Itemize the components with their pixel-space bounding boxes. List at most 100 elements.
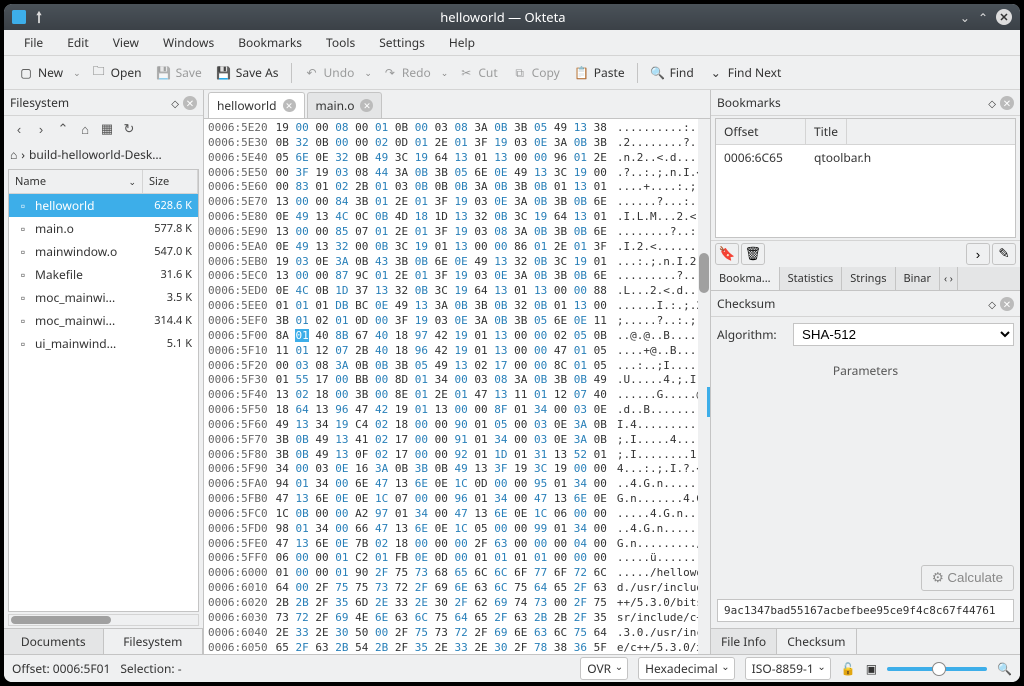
file-list: Name⌄ Size ▫helloworld628.6 K▫main.o577.… xyxy=(8,169,199,612)
undo-dropdown[interactable]: ⌄ xyxy=(362,66,374,79)
maximize-icon[interactable]: ⌃ xyxy=(978,9,988,26)
copy-button[interactable]: ⧉Copy xyxy=(506,60,566,85)
breadcrumb[interactable]: ⌂ › build-helloworld-Desk… xyxy=(4,142,203,167)
redo-dropdown[interactable]: ⌄ xyxy=(439,66,451,79)
tab-documents[interactable]: Documents xyxy=(4,629,104,654)
zoom-slider[interactable] xyxy=(887,667,987,671)
new-dropdown[interactable]: ⌄ xyxy=(71,66,83,79)
tab-bookmarks[interactable]: Bookma... xyxy=(711,267,780,290)
bookmark-row[interactable]: 0006:6C65 qtoolbar.h xyxy=(716,145,1015,170)
save-as-button[interactable]: 💾Save As xyxy=(210,60,285,85)
file-row[interactable]: ▫moc_mainwi...3.5 K xyxy=(9,286,198,309)
status-charset[interactable]: ISO-8859-1 xyxy=(745,657,831,680)
menubar: File Edit View Windows Bookmarks Tools S… xyxy=(4,30,1020,56)
close-icon[interactable]: ✕ xyxy=(996,9,1012,25)
pin-icon[interactable] xyxy=(32,10,46,24)
nav-sync-icon[interactable]: ↻ xyxy=(120,120,138,138)
tab-statistics[interactable]: Statistics xyxy=(780,267,843,290)
redo-button[interactable]: ↷Redo xyxy=(376,60,437,85)
close-icon[interactable]: ✕ xyxy=(283,99,296,112)
tab-filesystem[interactable]: Filesystem xyxy=(104,629,204,654)
menu-help[interactable]: Help xyxy=(437,30,487,55)
menu-edit[interactable]: Edit xyxy=(55,30,100,55)
status-ovr[interactable]: OVR xyxy=(580,657,628,680)
file-row[interactable]: ▫ui_mainwind...5.1 K xyxy=(9,332,198,355)
menu-file[interactable]: File xyxy=(12,30,55,55)
tab-strings[interactable]: Strings xyxy=(842,267,895,290)
hscrollbar[interactable] xyxy=(8,614,199,626)
new-button[interactable]: ▢New xyxy=(12,60,69,85)
new-icon: ▢ xyxy=(18,65,34,81)
status-coding[interactable]: Hexadecimal xyxy=(638,657,735,680)
panel-undock-icon[interactable]: ◇ xyxy=(171,96,179,110)
calculate-button[interactable]: ⚙ Calculate xyxy=(921,565,1014,591)
algorithm-label: Algorithm: xyxy=(717,326,787,343)
center-panel: helloworld✕main.o✕ 0006:5E20 0006:5E30 0… xyxy=(204,90,710,654)
panel-undock-icon[interactable]: ◇ xyxy=(988,297,996,311)
tool-tabs: Bookma... Statistics Strings Binar ‹ › xyxy=(711,267,1020,291)
search-icon: 🔍 xyxy=(650,65,666,81)
right-panel: Bookmarks ◇ ✕ Offset Title 0006:6C65 qto… xyxy=(710,90,1020,654)
status-offset: Offset: 0006:5F01 xyxy=(12,660,110,677)
undo-button[interactable]: ↶Undo xyxy=(298,60,361,85)
panel-close-icon[interactable]: ✕ xyxy=(1000,297,1014,311)
window-title: helloworld — Okteta xyxy=(46,8,960,26)
file-row[interactable]: ▫mainwindow.o547.0 K xyxy=(9,240,198,263)
panel-close-icon[interactable]: ✕ xyxy=(1000,96,1014,110)
paste-button[interactable]: 📋Paste xyxy=(568,60,631,85)
menu-tools[interactable]: Tools xyxy=(314,30,367,55)
menu-bookmarks[interactable]: Bookmarks xyxy=(226,30,314,55)
menu-view[interactable]: View xyxy=(101,30,151,55)
column-offset[interactable]: Offset xyxy=(716,119,806,144)
lock-icon[interactable]: 🔓 xyxy=(841,660,856,677)
tab-file-info[interactable]: File Info xyxy=(711,629,777,654)
app-icon xyxy=(12,10,26,24)
doc-tab[interactable]: helloworld✕ xyxy=(208,92,305,118)
menu-windows[interactable]: Windows xyxy=(151,30,226,55)
open-button[interactable]: 🗀Open xyxy=(85,60,148,85)
zoom-in-icon[interactable]: 🔍 xyxy=(997,660,1012,677)
goto-bookmark-icon[interactable]: › xyxy=(966,243,990,265)
tab-checksum[interactable]: Checksum xyxy=(777,629,856,654)
find-next-button[interactable]: ⌄Find Next xyxy=(702,60,788,85)
column-title[interactable]: Title xyxy=(806,119,847,144)
nav-home-icon[interactable]: ⌂ xyxy=(76,120,94,138)
file-row[interactable]: ▫helloworld628.6 K xyxy=(9,194,198,217)
file-icon: ▫ xyxy=(15,267,31,283)
panel-close-icon[interactable]: ✕ xyxy=(183,96,197,110)
file-row[interactable]: ▫moc_mainwi...314.4 K xyxy=(9,309,198,332)
tab-scroll[interactable]: ‹ › xyxy=(940,267,958,290)
bookmarks-title: Bookmarks xyxy=(717,94,988,111)
add-bookmark-icon[interactable]: 🔖 xyxy=(715,243,739,265)
save-button[interactable]: 💾Save xyxy=(150,60,208,85)
titlebar: helloworld — Okteta ⌄ ⌃ ✕ xyxy=(4,4,1020,30)
edit-bookmark-icon[interactable]: ✎ xyxy=(992,243,1016,265)
zoom-reset-icon[interactable]: ▣ xyxy=(866,660,877,677)
tab-binary[interactable]: Binar xyxy=(896,267,941,290)
file-icon: ▫ xyxy=(15,221,31,237)
minimize-icon[interactable]: ⌄ xyxy=(960,9,970,26)
column-name[interactable]: Name⌄ xyxy=(9,170,143,193)
parameters-label: Parameters xyxy=(717,354,1014,387)
file-row[interactable]: ▫Makefile31.6 K xyxy=(9,263,198,286)
toolbar: ▢New ⌄ 🗀Open 💾Save 💾Save As ↶Undo ⌄ ↷Red… xyxy=(4,56,1020,90)
nav-back-icon[interactable]: ‹ xyxy=(10,120,28,138)
file-icon: ▫ xyxy=(15,244,31,260)
file-row[interactable]: ▫main.o577.8 K xyxy=(9,217,198,240)
checksum-output[interactable]: 9ac1347bad55167acbefbee95ce9f4c8c67f4476… xyxy=(717,599,1014,622)
doc-tab[interactable]: main.o✕ xyxy=(307,92,383,118)
nav-reload-icon[interactable]: ▦ xyxy=(98,120,116,138)
nav-up-icon[interactable]: ⌃ xyxy=(54,120,72,138)
vscrollbar[interactable] xyxy=(698,119,710,654)
cut-button[interactable]: ✂Cut xyxy=(452,60,503,85)
column-size[interactable]: Size xyxy=(143,170,198,193)
undo-icon: ↶ xyxy=(304,65,320,81)
menu-settings[interactable]: Settings xyxy=(367,30,437,55)
nav-forward-icon[interactable]: › xyxy=(32,120,50,138)
delete-bookmark-icon[interactable]: 🗑 xyxy=(741,243,765,265)
panel-undock-icon[interactable]: ◇ xyxy=(988,96,996,110)
algorithm-select[interactable]: SHA-512 xyxy=(793,323,1014,346)
hex-editor[interactable]: 0006:5E20 0006:5E30 0006:5E40 0006:5E50 … xyxy=(204,119,710,654)
close-icon[interactable]: ✕ xyxy=(360,99,373,112)
find-button[interactable]: 🔍Find xyxy=(644,60,700,85)
